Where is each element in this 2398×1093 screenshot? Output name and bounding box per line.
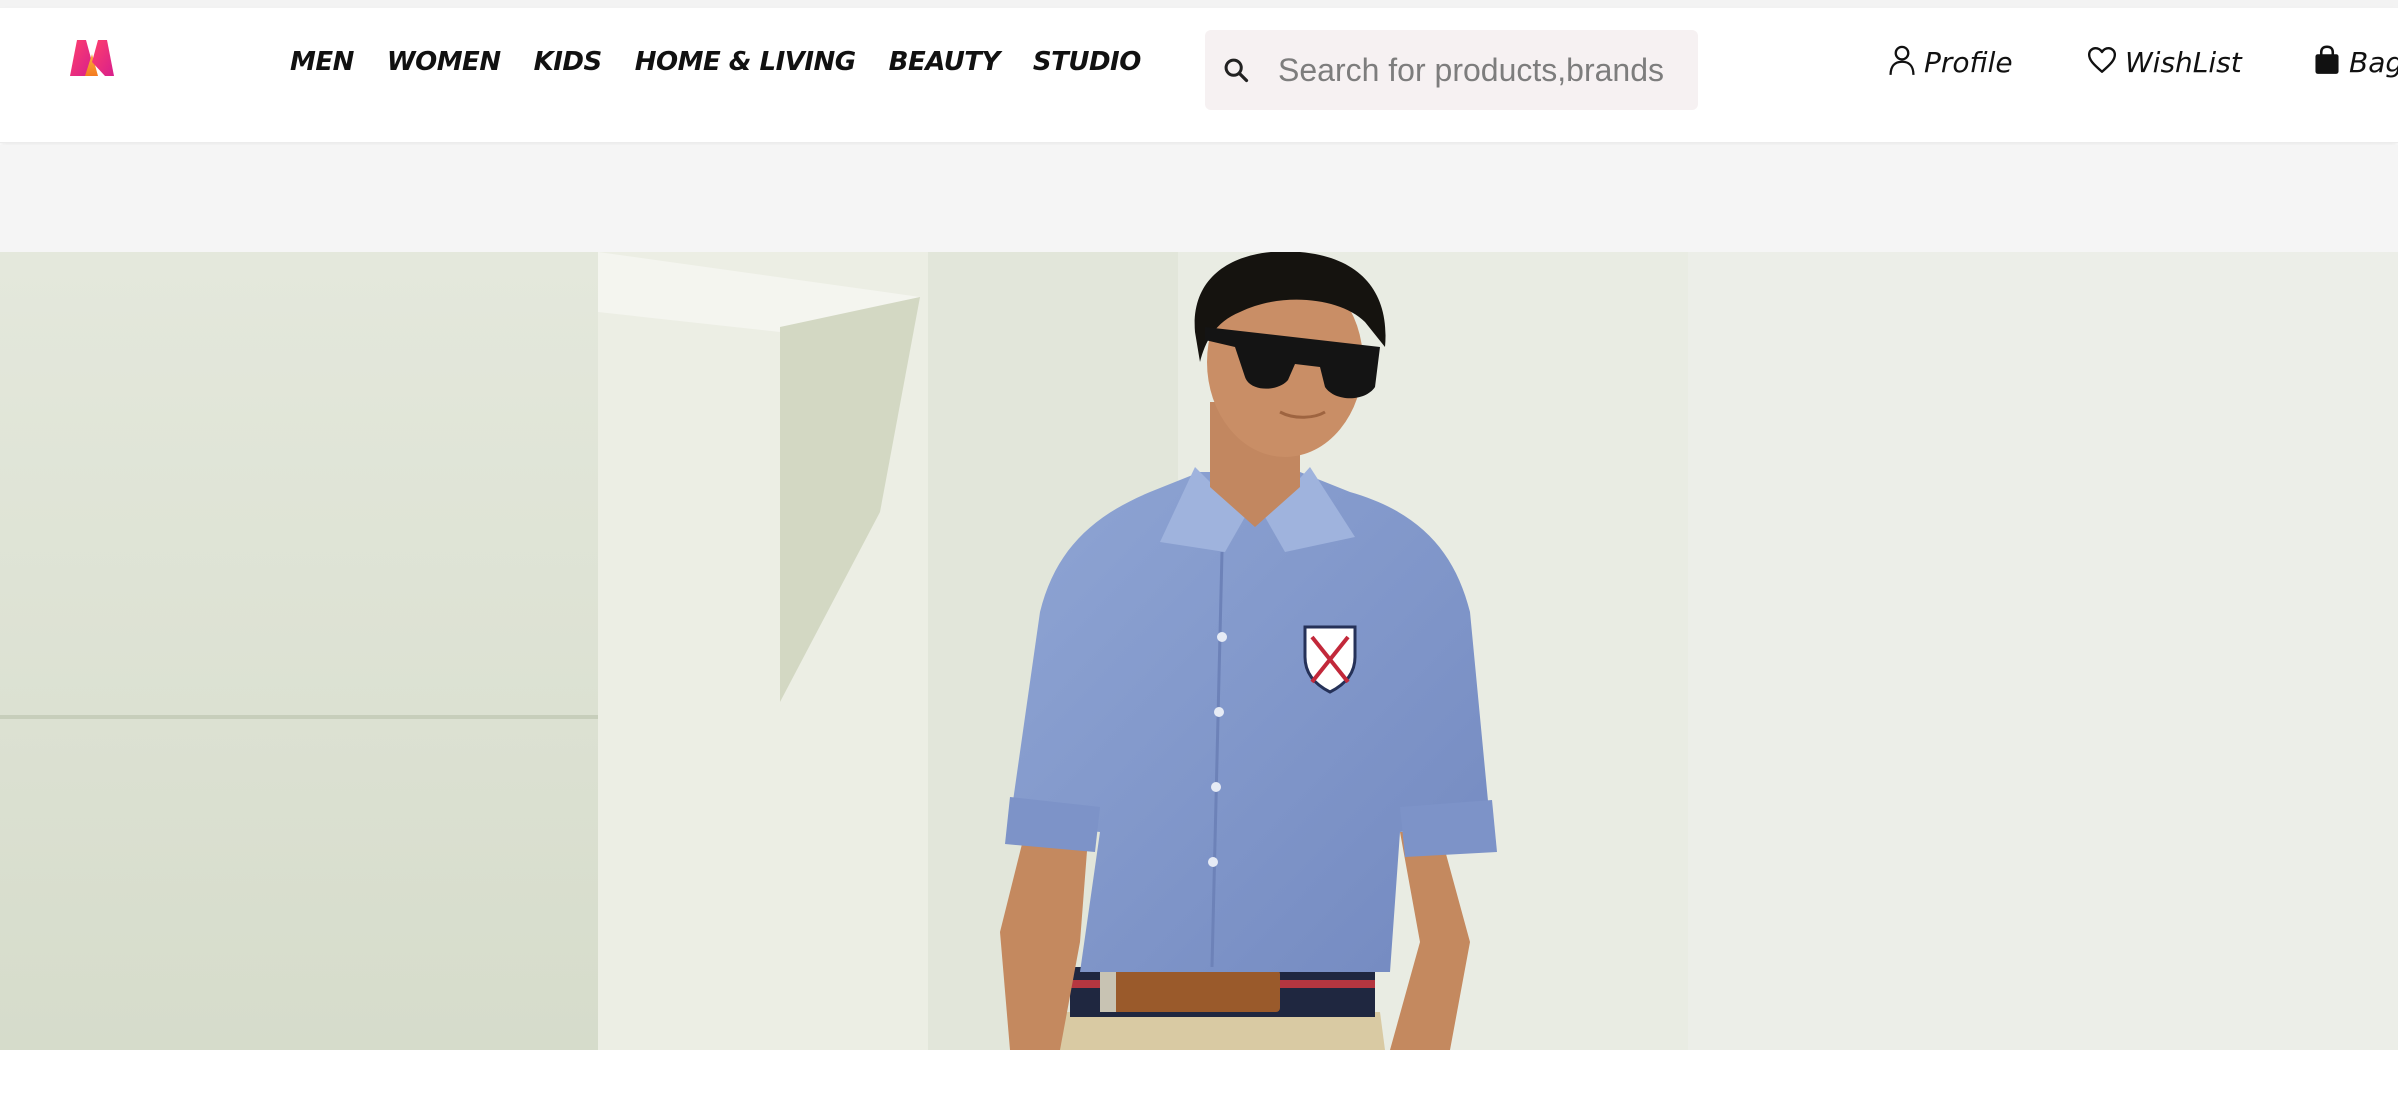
- nav-item-home-living[interactable]: HOME & LIVING: [635, 47, 856, 77]
- myntra-logo-icon[interactable]: [66, 36, 118, 80]
- site-header: MEN WOMEN KIDS HOME & LIVING BEAUTY STUD…: [0, 8, 2398, 143]
- search-icon[interactable]: [1205, 30, 1266, 110]
- hero-banner[interactable]: [0, 252, 2398, 1050]
- main-nav: MEN WOMEN KIDS HOME & LIVING BEAUTY STUD…: [290, 34, 1174, 90]
- promo-band: [0, 145, 2398, 252]
- bag-label: Bag: [2349, 45, 2398, 79]
- nav-item-kids[interactable]: KIDS: [534, 47, 603, 77]
- user-icon: [1888, 44, 1916, 80]
- wishlist-label: WishList: [2125, 45, 2242, 79]
- top-strip: [0, 0, 2398, 8]
- search-input[interactable]: [1266, 30, 1698, 110]
- nav-item-studio[interactable]: STUDIO: [1033, 47, 1141, 77]
- nav-item-men[interactable]: MEN: [290, 47, 354, 77]
- shopping-bag-icon: [2313, 45, 2341, 79]
- search-bar: [1205, 30, 1698, 110]
- page-bottom: [0, 1050, 2398, 1093]
- wishlist-button[interactable]: WishList: [2087, 30, 2242, 94]
- nav-item-women[interactable]: WOMEN: [387, 47, 501, 77]
- man-in-blue-shirt-photo: [0, 252, 2398, 1050]
- profile-label: Profile: [1924, 45, 2013, 79]
- bag-button[interactable]: Bag: [2313, 30, 2398, 94]
- nav-item-beauty[interactable]: BEAUTY: [889, 47, 1001, 77]
- heart-icon: [2087, 46, 2117, 78]
- profile-button[interactable]: Profile: [1888, 30, 2013, 94]
- logo-mark: [70, 40, 114, 76]
